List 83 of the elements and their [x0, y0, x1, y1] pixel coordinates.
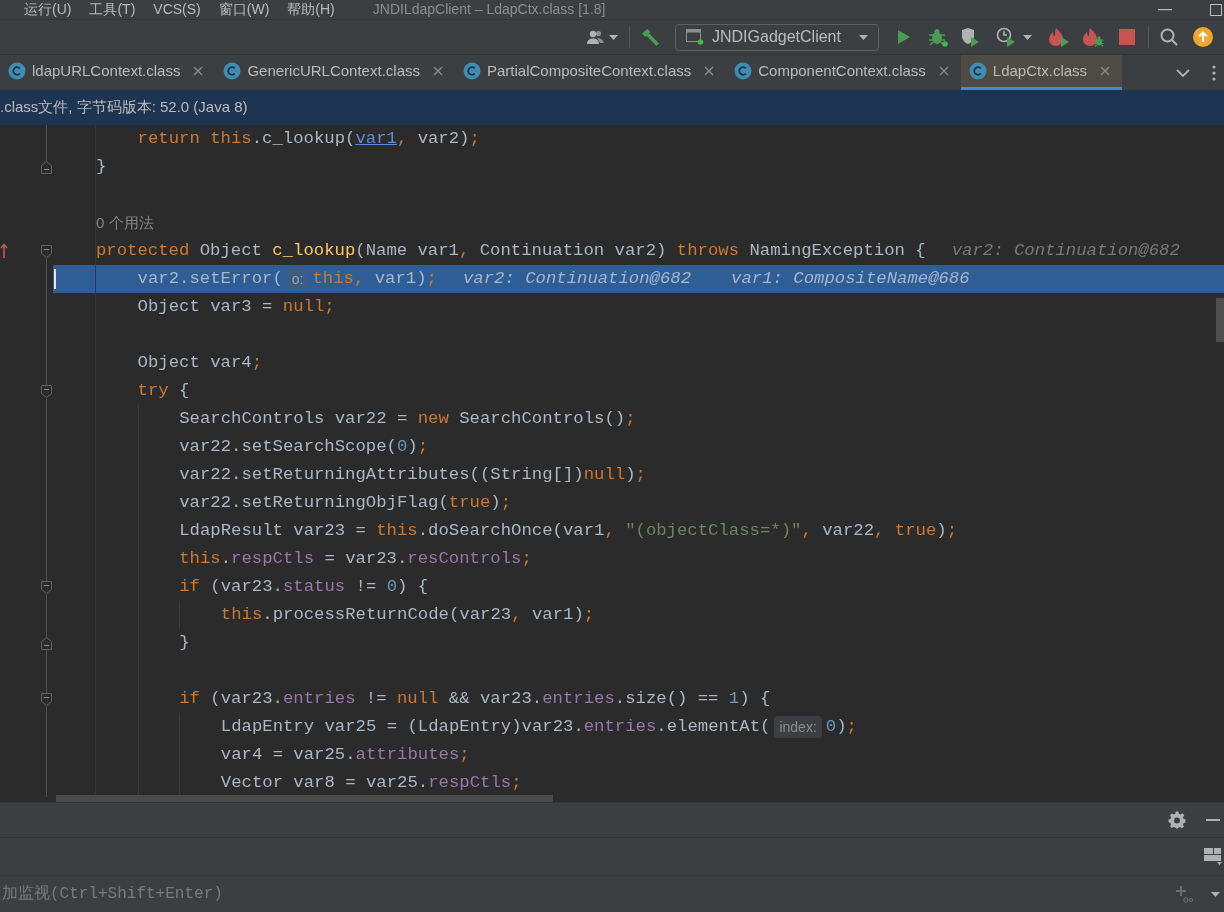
settings-icon[interactable] [1168, 811, 1186, 829]
application-window-icon [686, 29, 704, 45]
usage-hint: 0 个用法 [96, 212, 154, 233]
run-icon[interactable] [897, 29, 911, 45]
caret-icon[interactable] [609, 34, 618, 40]
caret-icon[interactable] [1211, 891, 1220, 897]
editor-tab[interactable]: ldapURLContext.class [0, 55, 216, 90]
close-icon[interactable] [938, 66, 949, 76]
code-text: 0); [825, 716, 857, 738]
bug-icon[interactable] [927, 27, 949, 47]
code-text: return this.c_lookup(var1, var2); [137, 128, 480, 150]
minimize-icon[interactable] [1158, 8, 1172, 11]
code-text: var2.setError( [137, 268, 283, 290]
editor-tab[interactable]: ComponentContext.class [726, 55, 961, 90]
class-file-icon [734, 62, 753, 80]
fold-marker-icon[interactable] [41, 160, 52, 174]
code-text: this.processReturnCode(var23, var1); [220, 604, 595, 626]
code-text: if (var23.status != 0) { [179, 576, 429, 598]
parameter-hint: o: [286, 268, 309, 290]
code-text: LdapResult var23 = this.doSearchOnce(var1, "(objectClass=*)", var22, true); [179, 520, 958, 542]
vertical-scrollbar-thumb[interactable] [1216, 298, 1224, 342]
editor-tab[interactable]: PartialCompositeContext.class [455, 55, 727, 90]
banner-text: .class文件, 字节码版本: 52.0 (Java 8) [0, 97, 248, 118]
close-icon[interactable] [704, 66, 715, 76]
code-text: try { [137, 380, 190, 402]
shield-play-icon[interactable] [960, 27, 980, 47]
editor-tab[interactable]: GenericURLContext.class [215, 55, 455, 90]
class-file-icon [968, 62, 987, 80]
horizontal-scrollbar-thumb[interactable] [56, 795, 553, 802]
users-icon[interactable] [586, 29, 604, 45]
code-text: if (var23.entries != null && var23.entries.size() == 1) { [179, 688, 771, 710]
menu-item[interactable]: VCS(S) [153, 0, 201, 19]
class-file-icon [463, 62, 481, 80]
menu-item[interactable]: 窗口(W) [218, 0, 270, 19]
arrow-up-circle-icon[interactable] [1193, 27, 1213, 47]
fold-marker-icon[interactable] [41, 384, 52, 398]
hammer-icon[interactable] [640, 27, 661, 47]
code-text: var4 = var25.attributes; [220, 744, 470, 766]
up-arrow-icon[interactable] [0, 243, 8, 259]
clock-play-icon[interactable] [996, 27, 1016, 47]
code-text: protected Object c_lookup(Name var1, Continuation var2) throws NamingException { [96, 240, 926, 262]
code-text: Object var3 = null; [137, 296, 335, 318]
close-icon[interactable] [433, 66, 443, 76]
code-text: Object var4; [137, 352, 263, 374]
code-text: Vector var8 = var25.respCtls; [220, 772, 522, 794]
class-file-icon [223, 62, 242, 80]
menu-item[interactable]: 工具(T) [89, 0, 136, 19]
watch-input[interactable]: 加监视(Ctrl+Shift+Enter) [0, 882, 1175, 906]
debug-value: var2: Continuation@682 [462, 268, 692, 290]
code-text: } [179, 632, 190, 654]
caret-icon[interactable] [1023, 34, 1032, 40]
flame-bug-icon[interactable] [1082, 27, 1104, 47]
menu-item[interactable]: 运行(U) [24, 0, 72, 19]
flame-play-icon[interactable] [1048, 27, 1070, 47]
code-text: var22.setSearchScope(0); [179, 436, 429, 458]
debug-value: var1: CompositeName@686 [731, 268, 970, 290]
search-icon[interactable] [1160, 28, 1178, 46]
code-text: LdapEntry var25 = (LdapEntry)var23.entries.elementAt( [220, 716, 771, 738]
run-configuration-dropdown[interactable]: JNDIGadgetClient [675, 23, 879, 51]
parameter-hint: index: [774, 716, 822, 738]
editor-tab[interactable]: LdapCtx.class [960, 55, 1123, 90]
layout-icon[interactable] [1204, 848, 1222, 865]
class-file-icon [8, 62, 26, 80]
maximize-icon[interactable] [1210, 3, 1222, 16]
code-text: var22.setReturningObjFlag(true); [179, 492, 512, 514]
code-text: } [96, 156, 107, 178]
close-icon[interactable] [1100, 66, 1111, 76]
code-text: this, var1); [312, 268, 437, 290]
debug-value: var2: Continuation@682 [951, 240, 1180, 262]
caret-icon[interactable] [859, 34, 868, 40]
chevron-down-icon[interactable] [1176, 68, 1190, 77]
window-title: JNDILdapClient – LdapCtx.class [1.8] [372, 0, 606, 19]
fold-marker-icon[interactable] [41, 692, 52, 706]
close-icon[interactable] [193, 66, 204, 76]
code-text: var22.setReturningAttributes((String[])null); [179, 464, 646, 486]
fold-marker-icon[interactable] [41, 636, 52, 650]
more-vertical-icon[interactable] [1212, 64, 1216, 81]
fold-marker-icon[interactable] [41, 580, 52, 594]
text-cursor-icon [54, 269, 56, 289]
fold-marker-icon[interactable] [41, 244, 52, 258]
code-text: SearchControls var22 = new SearchControls(); [179, 408, 636, 430]
menu-item[interactable]: 帮助(H) [287, 0, 335, 19]
code-text: this.respCtls = var23.resControls; [179, 548, 532, 570]
